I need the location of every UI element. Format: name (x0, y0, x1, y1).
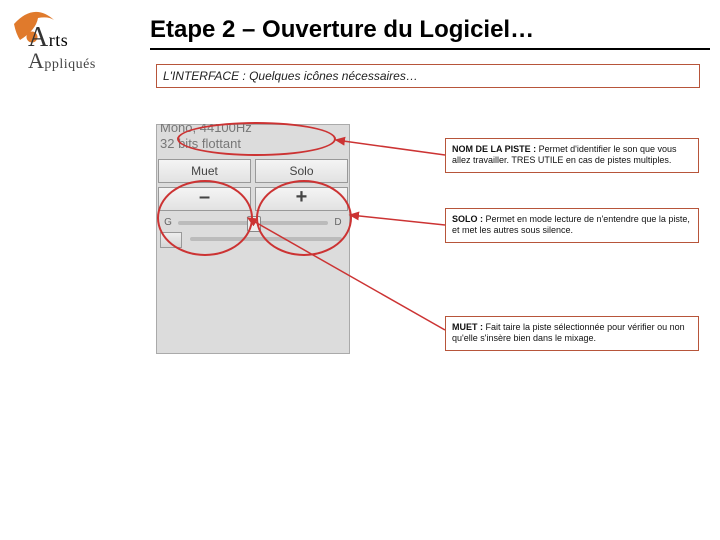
header: Etape 2 – Ouverture du Logiciel… (150, 16, 710, 50)
collapse-icon[interactable] (160, 232, 182, 248)
gain-down-button[interactable]: – (158, 187, 251, 211)
logo-line2: ppliqués (44, 57, 95, 72)
annotation-nom: NOM DE LA PISTE : Permet d'identifier le… (445, 138, 699, 173)
track-panel: Alien Con Mono, 44100Hz 32 bits flottant… (156, 124, 350, 354)
track-meta-2: 32 bits flottant (156, 136, 350, 152)
page-title: Etape 2 – Ouverture du Logiciel… (150, 16, 710, 44)
mute-button[interactable]: Muet (158, 159, 251, 183)
subtitle: L'INTERFACE : Quelques icônes nécessaire… (156, 64, 700, 88)
mini-slider[interactable] (190, 237, 342, 241)
annotation-muet: MUET : Fait taire la piste sélectionnée … (445, 316, 699, 351)
track-meta-1: Mono, 44100Hz (156, 124, 350, 136)
logo-line1: rts (49, 30, 69, 50)
solo-button[interactable]: Solo (255, 159, 348, 183)
annotation-solo: SOLO : Permet en mode lecture de n'enten… (445, 208, 699, 243)
gain-up-button[interactable]: + (255, 187, 348, 211)
pan-slider[interactable]: G D (156, 213, 350, 228)
